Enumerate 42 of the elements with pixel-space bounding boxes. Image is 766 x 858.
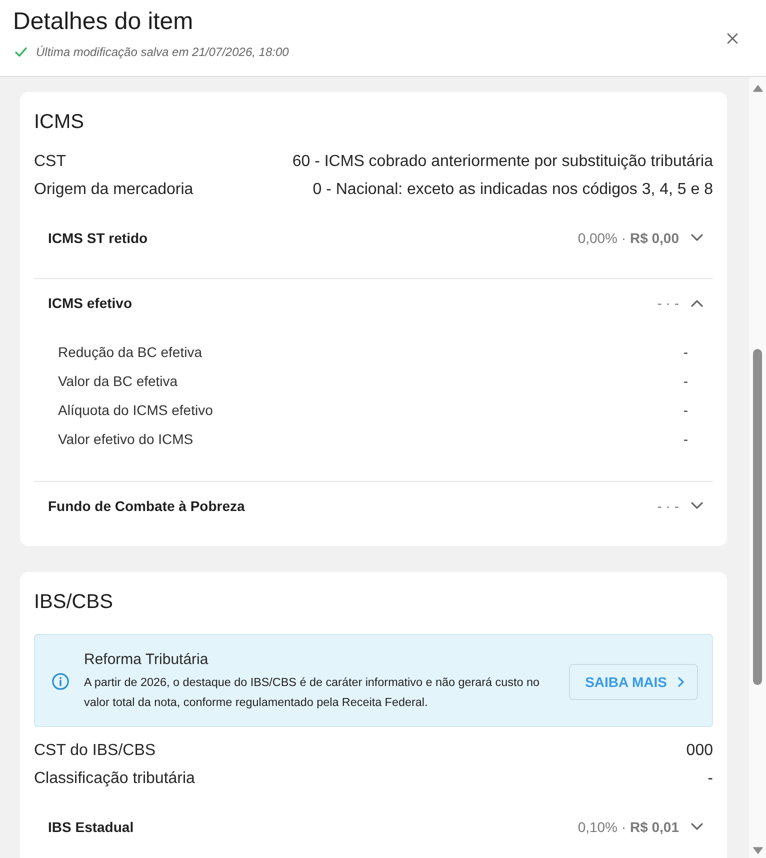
field-label: CST (34, 153, 66, 171)
group-title: ICMS efetivo (48, 295, 134, 311)
chevron-up-icon[interactable] (691, 299, 703, 307)
scroll-up-icon[interactable] (752, 85, 762, 92)
field-label: Classificação tributária (34, 770, 195, 788)
group-title: ICMS ST retido (48, 230, 149, 246)
group-title: Fundo de Combate à Pobreza (48, 498, 246, 514)
chevron-right-icon (678, 676, 684, 686)
field-label: Origem da mercadoria (34, 181, 194, 199)
dialog-title: Detalhes do item (13, 8, 194, 36)
chevron-down-icon[interactable] (691, 234, 703, 242)
row-label: Redução da BC efetiva (58, 344, 202, 360)
section-title: ICMS (34, 110, 85, 134)
field-value: 60 - ICMS cobrado anteriormente por substituição tributária (292, 153, 713, 171)
scroll-down-icon[interactable] (752, 847, 762, 854)
row-label: Alíquota do ICMS efetivo (58, 402, 213, 418)
field-value: 000 (686, 742, 713, 760)
notice-text: A partir de 2026, o destaque do IBS/CBS é de caráter informativo e não gerará custo no valor total da nota, conforme regulamentado pela Receita Federal. (84, 675, 540, 711)
chevron-down-icon[interactable] (691, 502, 703, 510)
field-value: - (708, 770, 713, 788)
chevron-down-icon[interactable] (691, 823, 703, 831)
summary-value: 0,10% · R$ 0,01 (578, 819, 679, 835)
row-value: - (683, 372, 688, 388)
summary-value: 0,00% · R$ 0,00 (578, 230, 679, 246)
check-icon (15, 47, 27, 57)
field-label: CST do IBS/CBS (34, 742, 156, 760)
row-label: Valor efetivo do ICMS (58, 430, 194, 446)
notice-title: Reforma Tributária (84, 650, 210, 670)
row-label: Valor da BC efetiva (58, 372, 178, 388)
info-icon (52, 673, 69, 690)
saved-status: Última modificação salva em 21/07/2026, 18:00 (36, 44, 289, 60)
summary-value: - · - (657, 295, 679, 311)
field-value: 0 - Nacional: exceto as indicadas nos códigos 3, 4, 5 e 8 (312, 181, 713, 199)
row-value: - (683, 430, 688, 446)
summary-value: - · - (657, 498, 679, 514)
row-value: - (683, 344, 688, 360)
learn-more-button[interactable]: SAIBA MAIS (569, 664, 698, 700)
row-value: - (683, 402, 688, 418)
group-title: IBS Estadual (48, 819, 135, 835)
close-icon[interactable] (727, 32, 738, 44)
scrollbar-thumb[interactable] (753, 349, 762, 685)
section-title: IBS/CBS (34, 590, 114, 614)
